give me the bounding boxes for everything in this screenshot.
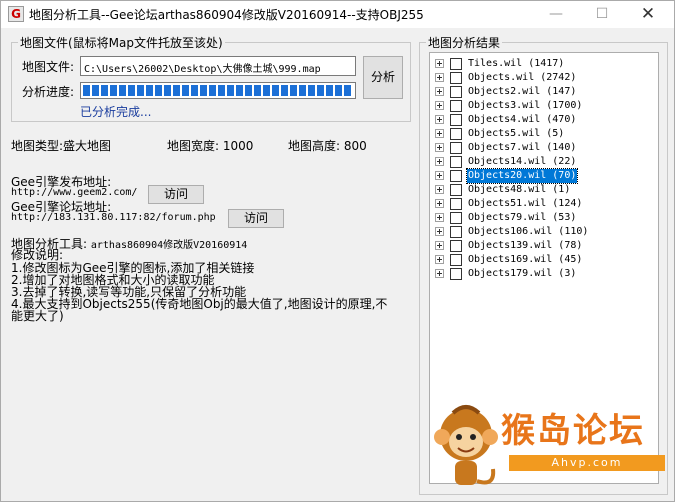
- tool-info-value: arthas860904修改版V20160914: [90, 240, 248, 251]
- visit-release-button[interactable]: 访问: [148, 185, 204, 204]
- tree-item-checkbox[interactable]: [450, 198, 462, 210]
- expand-plus-icon[interactable]: [435, 171, 444, 180]
- monkey-mascot-icon: [434, 405, 498, 485]
- expand-plus-icon[interactable]: [435, 143, 444, 152]
- tree-item-checkbox[interactable]: [450, 72, 462, 84]
- progress-fill: [83, 85, 353, 96]
- tree-item-checkbox[interactable]: [450, 184, 462, 196]
- file-path-input[interactable]: C:\Users\26002\Desktop\大佛像土城\999.map: [80, 56, 356, 76]
- map-type-label: 地图类型:: [11, 139, 64, 153]
- tree-item-label[interactable]: Objects4.wil (470): [467, 113, 577, 127]
- watermark-logo: 猴岛论坛 Ahvp.com: [431, 399, 671, 494]
- expand-plus-icon[interactable]: [435, 87, 444, 96]
- tree-item-label[interactable]: Objects2.wil (147): [467, 85, 577, 99]
- tree-item-checkbox[interactable]: [450, 100, 462, 112]
- map-height-label: 地图高度:: [288, 139, 341, 153]
- map-width: 地图宽度: 1000: [167, 137, 253, 154]
- tree-item-checkbox[interactable]: [450, 212, 462, 224]
- map-file-group: 地图文件(鼠标将Map文件托放至该处) 地图文件: C:\Users\26002…: [11, 34, 411, 122]
- app-icon: G: [8, 6, 24, 22]
- visit-forum-button[interactable]: 访问: [228, 209, 284, 228]
- map-file-group-label: 地图文件(鼠标将Map文件托放至该处): [18, 34, 225, 51]
- tree-item-checkbox[interactable]: [450, 58, 462, 70]
- expand-plus-icon[interactable]: [435, 73, 444, 82]
- tree-item-checkbox[interactable]: [450, 128, 462, 140]
- expand-plus-icon[interactable]: [435, 115, 444, 124]
- expand-plus-icon[interactable]: [435, 157, 444, 166]
- analysis-progress-bar: [80, 82, 356, 99]
- map-width-label: 地图宽度:: [167, 139, 220, 153]
- expand-plus-icon[interactable]: [435, 59, 444, 68]
- map-height-value: 800: [343, 139, 367, 153]
- tree-item-checkbox[interactable]: [450, 142, 462, 154]
- analyze-button[interactable]: 分析: [363, 56, 403, 99]
- expand-plus-icon[interactable]: [435, 255, 444, 264]
- tree-item-label[interactable]: Objects106.wil (110): [467, 225, 589, 239]
- tree-item-label[interactable]: Objects5.wil (5): [467, 127, 565, 141]
- file-label: 地图文件:: [22, 60, 75, 74]
- expand-plus-icon[interactable]: [435, 199, 444, 208]
- note-line-4: 4.最大支持到Objects255(传奇地图Obj的最大值了,地图设计的原理,不: [11, 297, 388, 311]
- tree-item-checkbox[interactable]: [450, 254, 462, 266]
- window-title: 地图分析工具--Gee论坛arthas860904修改版V20160914--支…: [29, 8, 424, 22]
- expand-plus-icon[interactable]: [435, 269, 444, 278]
- close-button[interactable]: ✕: [625, 1, 671, 28]
- tree-item-label[interactable]: Objects169.wil (45): [467, 253, 583, 267]
- maximize-button[interactable]: ☐: [579, 1, 625, 28]
- tree-item-label[interactable]: Objects139.wil (78): [467, 239, 583, 253]
- expand-plus-icon[interactable]: [435, 241, 444, 250]
- status-text: 已分析完成...: [80, 105, 152, 119]
- title-bar[interactable]: G 地图分析工具--Gee论坛arthas860904修改版V20160914-…: [1, 1, 674, 28]
- minimize-button[interactable]: —: [533, 1, 579, 28]
- app-window: G 地图分析工具--Gee论坛arthas860904修改版V20160914-…: [0, 0, 675, 502]
- tree-item-checkbox[interactable]: [450, 226, 462, 238]
- tree-item-label[interactable]: Objects14.wil (22): [467, 155, 577, 169]
- map-type: 地图类型:盛大地图: [11, 137, 111, 154]
- map-type-value: 盛大地图: [63, 139, 112, 153]
- tree-item-label[interactable]: Objects3.wil (1700): [467, 99, 583, 113]
- tree-item-label[interactable]: Objects48.wil (1): [467, 183, 571, 197]
- tree-item-checkbox[interactable]: [450, 170, 462, 182]
- tree-item-checkbox[interactable]: [450, 240, 462, 252]
- tree-item-label[interactable]: Objects20.wil (70): [465, 168, 579, 184]
- watermark-text: 猴岛论坛: [501, 411, 645, 451]
- tree-item-label[interactable]: Objects7.wil (140): [467, 141, 577, 155]
- forum-url: http://183.131.80.117:82/forum.php: [11, 212, 216, 223]
- tree-item-label[interactable]: Objects79.wil (53): [467, 211, 577, 225]
- map-width-value: 1000: [222, 139, 254, 153]
- expand-plus-icon[interactable]: [435, 227, 444, 236]
- release-url: http://www.geem2.com/: [11, 187, 138, 198]
- tree-item-checkbox[interactable]: [450, 156, 462, 168]
- note-line-5: 能更大了): [11, 309, 64, 323]
- watermark-url: Ahvp.com: [509, 455, 665, 471]
- map-height: 地图高度: 800: [288, 137, 367, 154]
- expand-plus-icon[interactable]: [435, 213, 444, 222]
- analysis-result-group-label: 地图分析结果: [426, 34, 503, 51]
- tree-item-label[interactable]: Tiles.wil (1417): [467, 57, 565, 71]
- expand-plus-icon[interactable]: [435, 185, 444, 194]
- tree-item-checkbox[interactable]: [450, 86, 462, 98]
- tree-item-label[interactable]: Objects.wil (2742): [467, 71, 577, 85]
- tree-item-label[interactable]: Objects51.wil (124): [467, 197, 583, 211]
- tree-item-label[interactable]: Objects179.wil (3): [467, 267, 577, 281]
- expand-plus-icon[interactable]: [435, 129, 444, 138]
- expand-plus-icon[interactable]: [435, 101, 444, 110]
- progress-label: 分析进度:: [22, 85, 75, 99]
- tree-item-checkbox[interactable]: [450, 114, 462, 126]
- tree-item-checkbox[interactable]: [450, 268, 462, 280]
